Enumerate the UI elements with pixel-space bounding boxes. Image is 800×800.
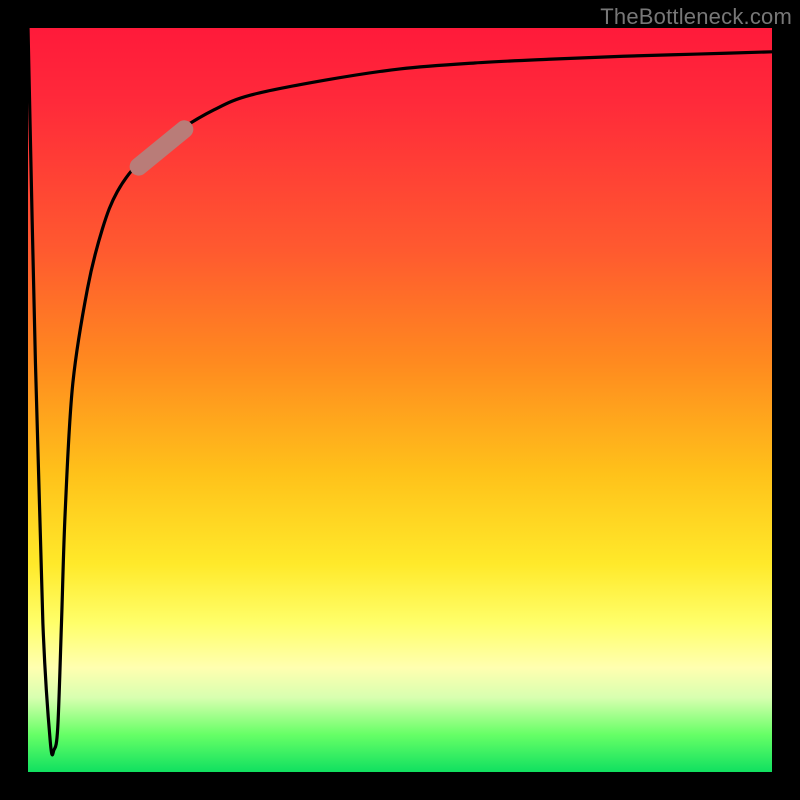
bottleneck-curve: [28, 28, 772, 755]
watermark-text: TheBottleneck.com: [600, 4, 792, 30]
plot-area: [28, 28, 772, 772]
chart-frame: TheBottleneck.com: [0, 0, 800, 800]
curve-svg: [28, 28, 772, 772]
